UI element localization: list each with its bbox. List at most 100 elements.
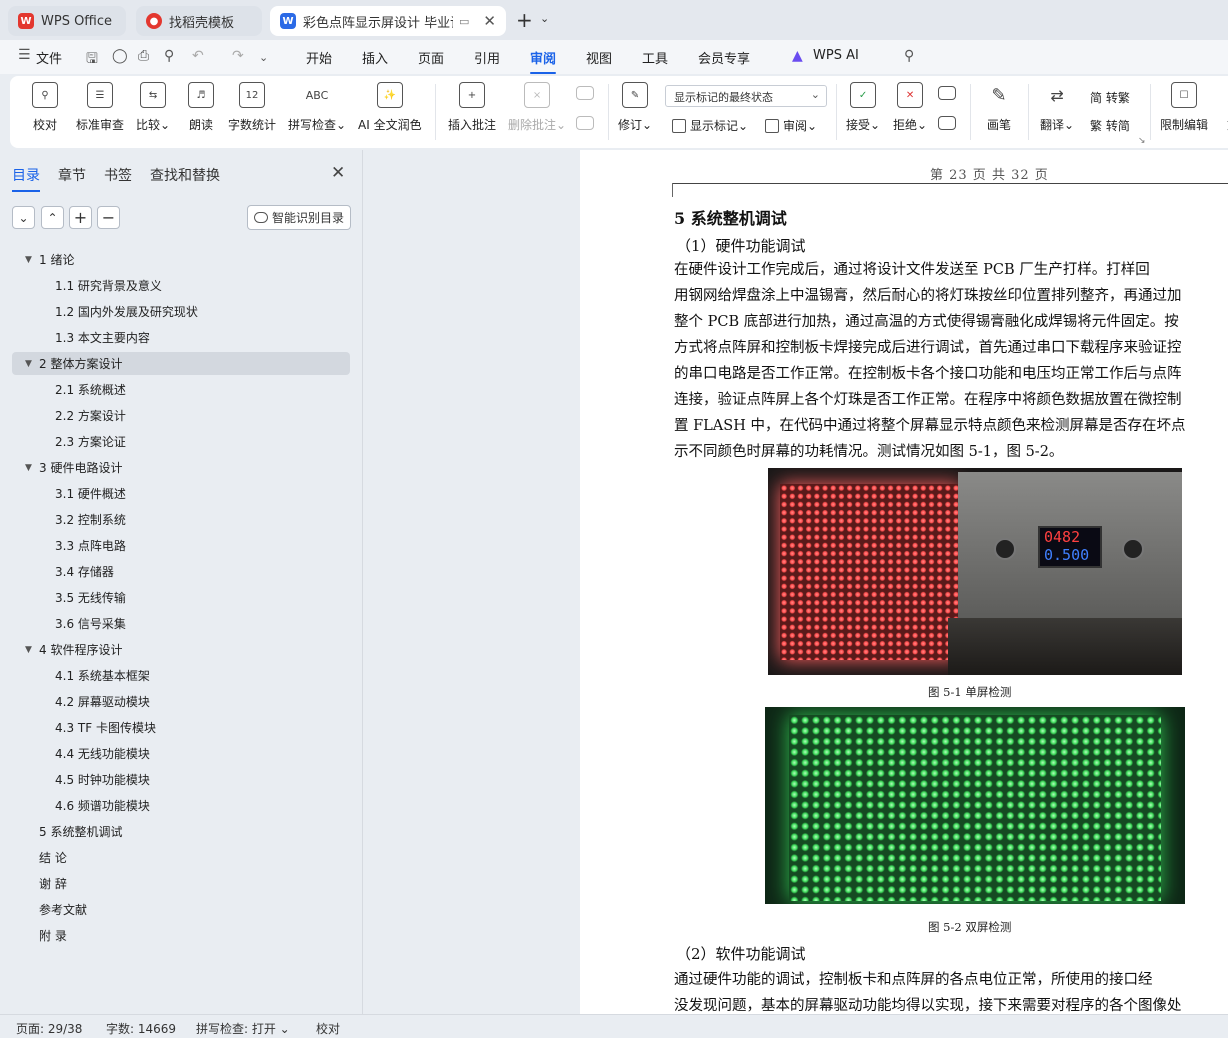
menu-page[interactable]: 页面 [418, 48, 444, 67]
toc-item[interactable]: 3.6 信号采集 [12, 612, 350, 635]
next-change-button[interactable] [938, 116, 956, 138]
toc-item[interactable]: 4.2 屏幕驱动模块 [12, 690, 350, 713]
insert-comment-button[interactable]: + 插入批注 [448, 82, 496, 133]
chevron-down-icon[interactable]: ⌄ [12, 206, 35, 229]
proofread-button[interactable]: ⚲ 校对 [32, 82, 58, 133]
document-page[interactable]: 第 23 页 共 32 页 5 系统整机调试 （1）硬件功能调试 在硬件设计工作… [580, 150, 1228, 1014]
delete-comment-button[interactable]: × 删除批注⌄ [508, 82, 566, 133]
menu-icon[interactable]: ☰ [18, 47, 31, 63]
toc-item[interactable]: ▼ 4 软件程序设计 [12, 638, 350, 661]
translate-button[interactable]: ⇄ 翻译⌄ [1040, 82, 1074, 133]
spell-check-button[interactable]: ABC 拼写检查⌄ [288, 82, 346, 133]
new-tab-button[interactable]: + [516, 8, 533, 32]
accept-button[interactable]: ✓ 接受⌄ [846, 82, 880, 133]
close-tab-icon[interactable]: ✕ [483, 12, 496, 30]
pen-button[interactable]: ✎ 画笔 [986, 82, 1012, 133]
expand-arrow-icon[interactable]: ▼ [25, 463, 32, 473]
search-icon[interactable]: ⚲ [904, 48, 914, 64]
toc-item[interactable]: 4.3 TF 卡图传模块 [12, 716, 350, 739]
previous-change-button[interactable] [938, 86, 956, 114]
read-aloud-button[interactable]: ♬ 朗读 [188, 82, 214, 133]
share-icon[interactable]: ◯ [112, 48, 128, 64]
menu-view[interactable]: 视图 [586, 48, 612, 67]
menu-insert[interactable]: 插入 [362, 48, 388, 67]
print-icon[interactable]: ⎙ [138, 48, 149, 64]
tab-bookmarks[interactable]: 书签 [104, 165, 132, 185]
toc-item[interactable]: 3.3 点阵电路 [12, 534, 350, 557]
toc-item[interactable]: 参考文献 [12, 898, 350, 921]
expand-arrow-icon[interactable]: ▼ [25, 359, 32, 369]
spell-check-status-label: 拼写检查: 打开 [196, 1022, 276, 1036]
tab-current-document[interactable]: W 彩色点阵显示屏设计 毕业论文 ▭ ✕ [270, 6, 506, 36]
menu-file[interactable]: 文件 [36, 48, 62, 67]
proofread-status[interactable]: 校对 [316, 1020, 340, 1037]
markup-mode-select[interactable]: 显示标记的最终状态 ⌄ [665, 85, 827, 107]
toc-item[interactable]: 1.1 研究背景及意义 [12, 274, 350, 297]
to-simplified-button[interactable]: 繁 转简 [1090, 117, 1130, 134]
toc-item[interactable]: ▼ 1 绪论 [12, 248, 350, 271]
smart-toc-button[interactable]: 智能识别目录 [247, 205, 351, 230]
word-count-label: 字数统计 [228, 118, 277, 132]
undo-icon[interactable]: ↶ [192, 48, 204, 64]
add-icon[interactable]: + [69, 206, 92, 229]
page-indicator[interactable]: 页面: 29/38 [16, 1020, 82, 1037]
toc-item[interactable]: 2.3 方案论证 [12, 430, 350, 453]
toc-item[interactable]: 1.3 本文主要内容 [12, 326, 350, 349]
tab-find-replace[interactable]: 查找和替换 [150, 165, 220, 185]
compare-icon: ⇆ [140, 82, 167, 108]
document-partial-button[interactable]: 文 [1220, 82, 1228, 133]
toc-item[interactable]: ▼ 2 整体方案设计 [12, 352, 350, 375]
toc-item[interactable]: 3.2 控制系统 [12, 508, 350, 531]
chevron-down-icon[interactable]: ⌄ [540, 12, 549, 25]
toc-item[interactable]: 5 系统整机调试 [12, 820, 350, 843]
ribbon-expand-icon[interactable]: ↘ [1138, 136, 1146, 146]
menu-member[interactable]: 会员专享 [698, 48, 750, 67]
compare-button[interactable]: ⇆ 比较⌄ [136, 82, 170, 133]
toc-item[interactable]: 1.2 国内外发展及研究现状 [12, 300, 350, 323]
standard-review-button[interactable]: ☰ 标准审查 [76, 82, 124, 133]
toc-item[interactable]: 2.1 系统概述 [12, 378, 350, 401]
close-icon[interactable]: ✕ [331, 163, 345, 183]
toc-item[interactable]: 2.2 方案设计 [12, 404, 350, 427]
toc-item[interactable]: 3.5 无线传输 [12, 586, 350, 609]
toc-item[interactable]: 3.4 存储器 [12, 560, 350, 583]
minus-icon[interactable]: − [97, 206, 120, 229]
toc-item[interactable]: 4.6 频谱功能模块 [12, 794, 350, 817]
menu-references[interactable]: 引用 [474, 48, 500, 67]
toc-item[interactable]: ▼ 3 硬件电路设计 [12, 456, 350, 479]
print-preview-icon[interactable]: ⚲ [164, 48, 174, 64]
show-markup-button[interactable]: 显示标记 ⌄ [672, 117, 748, 134]
track-changes-button[interactable]: ✎ 修订⌄ [618, 82, 652, 133]
word-count-button[interactable]: 12 字数统计 [228, 82, 276, 133]
menu-start[interactable]: 开始 [306, 48, 332, 67]
menu-tools[interactable]: 工具 [642, 48, 668, 67]
chevron-up-icon[interactable]: ⌃ [41, 206, 64, 229]
tab-chapters[interactable]: 章节 [58, 165, 86, 185]
tab-toc[interactable]: 目录 [12, 165, 40, 192]
expand-arrow-icon[interactable]: ▼ [25, 255, 32, 265]
previous-comment-button[interactable] [576, 86, 594, 114]
toc-item[interactable]: 结 论 [12, 846, 350, 869]
toc-item[interactable]: 3.1 硬件概述 [12, 482, 350, 505]
menu-wps-ai[interactable]: WPS AI [813, 48, 859, 63]
toc-item[interactable]: 4.4 无线功能模块 [12, 742, 350, 765]
toc-item[interactable]: 4.5 时钟功能模块 [12, 768, 350, 791]
save-icon[interactable]: 🖫 [86, 48, 98, 72]
redo-icon[interactable]: ↷ [232, 48, 244, 64]
next-comment-button[interactable] [576, 116, 594, 138]
restrict-editing-button[interactable]: ☐ 限制编辑 [1160, 82, 1208, 133]
spell-check-status[interactable]: 拼写检查: 打开 ⌄ [196, 1020, 290, 1037]
tab-wps-office[interactable]: W WPS Office [8, 6, 126, 36]
word-count-indicator[interactable]: 字数: 14669 [106, 1020, 176, 1037]
toc-item[interactable]: 谢 辞 [12, 872, 350, 895]
tab-docer-templates[interactable]: ● 找稻壳模板 [136, 6, 262, 36]
toc-item[interactable]: 附 录 [12, 924, 350, 947]
menu-review[interactable]: 审阅 [530, 48, 557, 74]
ai-polish-button[interactable]: ✨ AI 全文润色 [358, 82, 422, 133]
reject-button[interactable]: ✕ 拒绝⌄ [893, 82, 927, 133]
to-traditional-button[interactable]: 简 转繁 [1090, 89, 1130, 106]
expand-arrow-icon[interactable]: ▼ [25, 645, 32, 655]
review-pane-button[interactable]: 审阅 ⌄ [765, 117, 817, 134]
chevron-down-icon[interactable]: ⌄ [259, 51, 268, 64]
toc-item[interactable]: 4.1 系统基本框架 [12, 664, 350, 687]
